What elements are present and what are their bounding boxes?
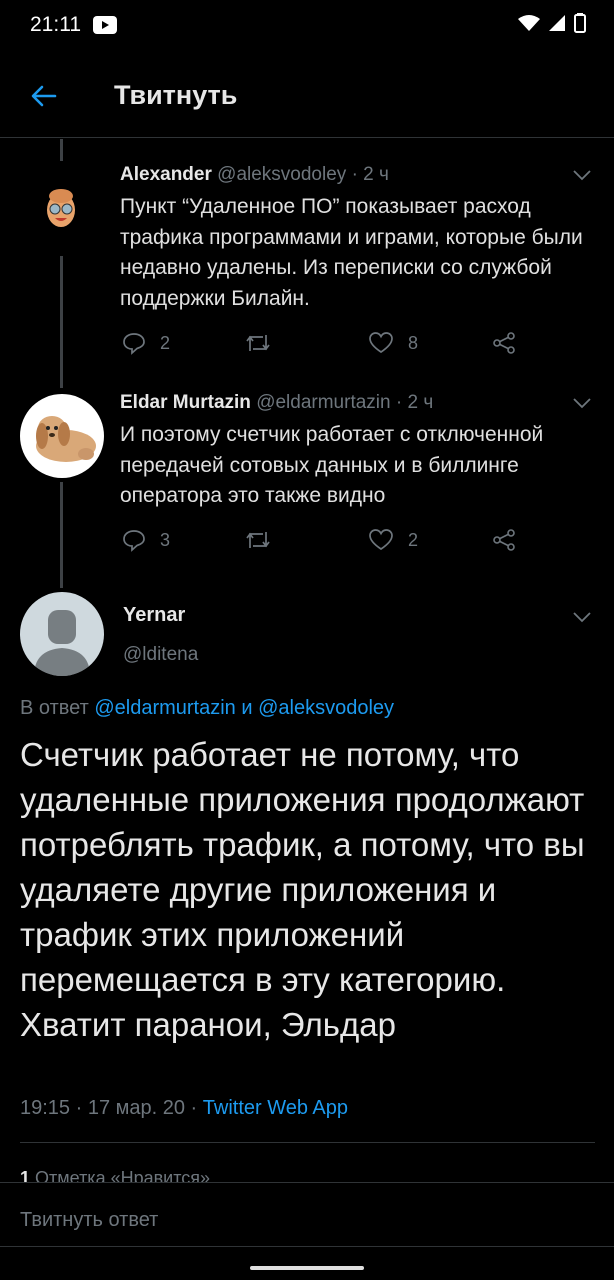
- source-link[interactable]: Twitter Web App: [203, 1097, 348, 1119]
- retweet-button[interactable]: [244, 528, 286, 552]
- reply-and: и: [241, 697, 253, 719]
- author-name[interactable]: Alexander: [120, 164, 212, 185]
- reply-prefix: В ответ: [20, 697, 89, 719]
- tweet-timestamp: 19:15 · 17 мар. 20 ·: [20, 1097, 198, 1119]
- avatar[interactable]: [20, 592, 104, 676]
- more-button[interactable]: [572, 168, 592, 186]
- like-button[interactable]: 8: [368, 331, 418, 355]
- tweet-actions: 3 2: [120, 528, 540, 558]
- share-icon: [493, 529, 515, 551]
- thread-tweet[interactable]: Eldar Murtazin @eldarmurtazin · 2 ч И по…: [0, 392, 614, 582]
- avatar[interactable]: [20, 394, 104, 478]
- like-count: 2: [408, 529, 419, 550]
- retweet-icon: [246, 532, 270, 548]
- arrow-left-icon: [31, 85, 57, 107]
- author-name[interactable]: Eldar Murtazin: [120, 392, 251, 413]
- chevron-down-icon: [573, 170, 591, 181]
- more-button[interactable]: [572, 610, 592, 628]
- reply-input[interactable]: [20, 1209, 580, 1232]
- share-button[interactable]: [492, 331, 516, 355]
- signal-icon: [549, 15, 565, 31]
- retweet-icon: [246, 335, 270, 351]
- default-avatar-icon: [34, 610, 90, 676]
- tweet-header: Alexander @aleksvodoley · 2 ч: [120, 164, 389, 186]
- divider: [20, 1142, 595, 1143]
- reply-icon: [123, 333, 145, 355]
- share-icon: [493, 332, 515, 354]
- status-time: 21:11: [30, 13, 81, 36]
- back-button[interactable]: [22, 74, 66, 118]
- status-bar: 21:11: [0, 0, 614, 52]
- reply-button[interactable]: 2: [122, 331, 170, 355]
- heart-icon: [369, 332, 393, 354]
- mention-link[interactable]: @eldarmurtazin: [94, 697, 235, 719]
- author-handle[interactable]: @eldarmurtazin: [256, 392, 390, 413]
- app-header: Твитнуть: [0, 52, 614, 138]
- likes-summary[interactable]: 1 Отметка «Нравится»: [20, 1168, 210, 1182]
- chevron-down-icon: [573, 612, 591, 623]
- page-title: Твитнуть: [114, 80, 238, 110]
- reply-icon: [123, 530, 145, 552]
- thread-tweet[interactable]: Alexander @aleksvodoley · 2 ч Пункт “Уда…: [0, 164, 614, 364]
- wifi-icon: [518, 15, 540, 31]
- share-button[interactable]: [492, 528, 516, 552]
- youtube-icon: [93, 16, 117, 34]
- tweet-actions: 2 8: [120, 331, 540, 361]
- like-count: 8: [408, 332, 419, 353]
- reply-count: 2: [160, 332, 171, 353]
- reply-bar: [0, 1182, 614, 1254]
- tweet-time: · 2 ч: [351, 164, 389, 185]
- author-name[interactable]: Yernar: [123, 604, 185, 627]
- like-button[interactable]: 2: [368, 528, 418, 552]
- chevron-down-icon: [573, 398, 591, 409]
- reply-context: В ответ @eldarmurtazin и @aleksvodoley: [20, 697, 394, 720]
- tweet-text: И поэтому счетчик работает с отключенной…: [120, 423, 544, 507]
- tweet-time: · 2 ч: [395, 392, 434, 413]
- thread-line: [60, 139, 63, 161]
- more-button[interactable]: [572, 396, 592, 414]
- status-icons: [518, 13, 586, 33]
- author-handle[interactable]: @lditena: [123, 644, 198, 666]
- avatar[interactable]: [36, 182, 86, 232]
- divider: [0, 1246, 614, 1247]
- tweet-meta: 19:15 · 17 мар. 20 · Twitter Web App: [20, 1097, 348, 1120]
- battery-icon: [574, 13, 586, 33]
- tweet-text: Счетчик работает не потому, что удаленны…: [20, 736, 585, 1043]
- mention-link[interactable]: @aleksvodoley: [258, 697, 394, 719]
- likes-count: 1: [20, 1168, 31, 1182]
- reply-count: 3: [160, 529, 171, 550]
- heart-icon: [369, 529, 393, 551]
- author-handle[interactable]: @aleksvodoley: [217, 164, 346, 185]
- reply-button[interactable]: 3: [122, 528, 170, 552]
- home-indicator[interactable]: [250, 1266, 364, 1270]
- retweet-button[interactable]: [244, 331, 286, 355]
- tweet-text: Пункт “Удаленное ПО” показывает расход т…: [120, 195, 583, 310]
- likes-label: Отметка «Нравится»: [35, 1168, 211, 1182]
- tweet-header: Eldar Murtazin @eldarmurtazin · 2 ч: [120, 392, 433, 414]
